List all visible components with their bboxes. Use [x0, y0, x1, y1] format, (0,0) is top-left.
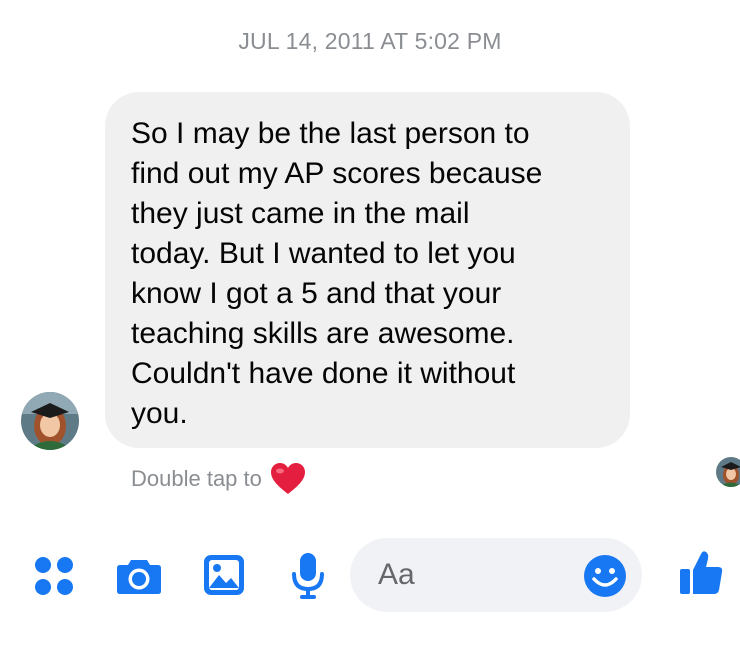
thumbs-up-icon[interactable]	[679, 550, 723, 601]
message-line: teaching skills are awesome.	[131, 317, 515, 350]
photo-icon[interactable]	[203, 554, 245, 601]
message-input-placeholder: Aa	[378, 558, 415, 591]
message-line: find out my AP scores because	[131, 157, 543, 190]
message-line: know I got a 5 and that your	[131, 277, 502, 310]
emoji-icon[interactable]	[583, 554, 627, 603]
heart-icon	[270, 462, 306, 496]
message-line: So I may be the last person to	[131, 117, 530, 150]
message-line: they just came in the mail	[131, 197, 470, 230]
hint-text: Double tap to	[131, 466, 262, 491]
message-timestamp: JUL 14, 2011 AT 5:02 PM	[238, 28, 502, 54]
camera-icon[interactable]	[116, 556, 162, 601]
sender-avatar[interactable]	[21, 392, 79, 450]
message-bubble[interactable]: So I may be the last person to find out …	[105, 92, 630, 448]
composer-bar: Aa	[0, 536, 740, 616]
apps-icon[interactable]	[34, 556, 74, 601]
double-tap-hint: Double tap to	[131, 462, 306, 496]
message-line: you.	[131, 397, 188, 430]
message-input[interactable]: Aa	[350, 538, 642, 612]
message-line: today. But I wanted to let you	[131, 237, 516, 270]
microphone-icon[interactable]	[291, 552, 325, 605]
message-line: Couldn't have done it without	[131, 357, 516, 390]
read-receipt-avatar	[716, 457, 740, 487]
